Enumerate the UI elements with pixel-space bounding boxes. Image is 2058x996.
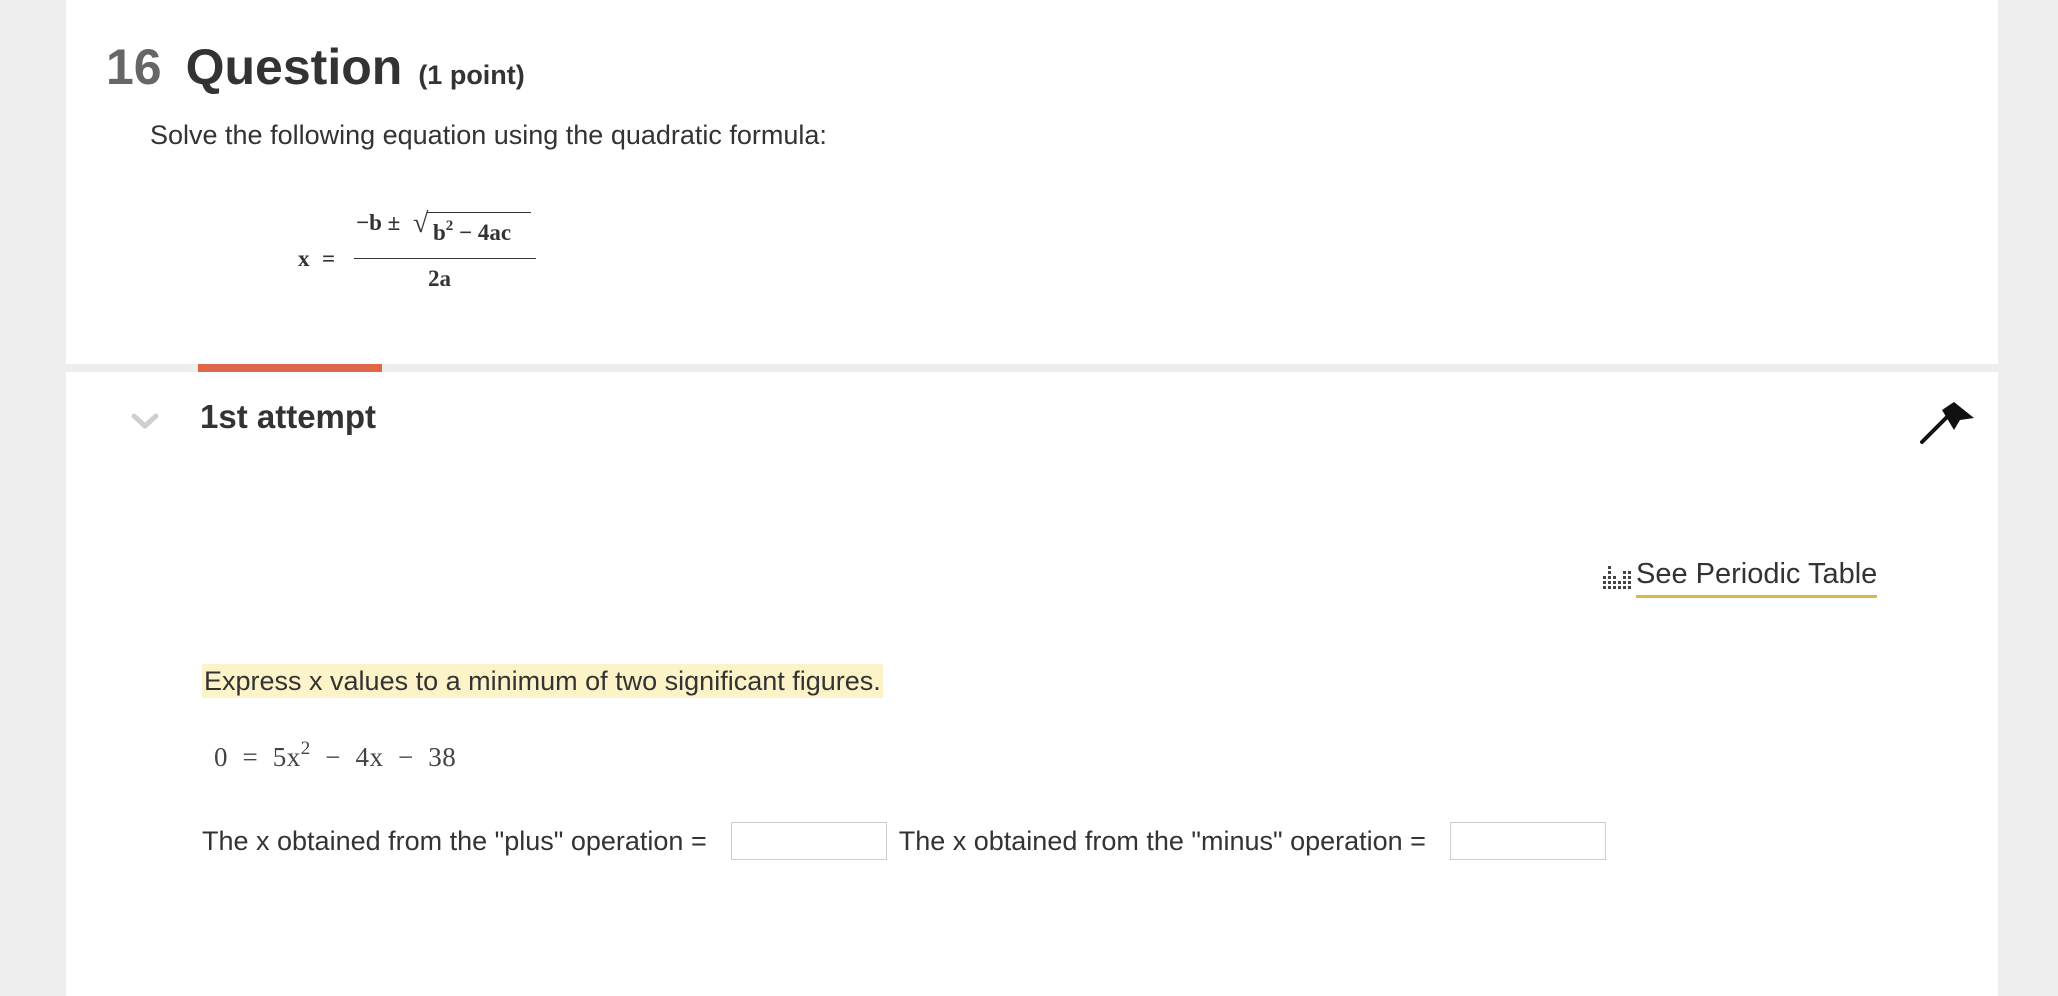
- periodic-table-link[interactable]: See Periodic Table: [1600, 558, 1878, 598]
- radicand-rest: − 4ac: [453, 220, 512, 245]
- radical-bar: [427, 212, 531, 213]
- attempt-tab-indicator: [198, 364, 382, 372]
- minus-answer-input[interactable]: [1449, 822, 1606, 860]
- sig-fig-instruction: Express x values to a minimum of two sig…: [202, 664, 883, 698]
- periodic-table-label[interactable]: See Periodic Table: [1636, 558, 1878, 598]
- question-title: Question: [185, 39, 403, 95]
- equation-right: − 4x − 38: [310, 742, 457, 772]
- question-header: 16 Question (1 point): [106, 38, 525, 96]
- plus-answer-input[interactable]: [730, 822, 887, 860]
- answer-row: The x obtained from the "plus" operation…: [202, 822, 1606, 860]
- quadratic-equation: 0 = 5x2 − 4x − 38: [214, 738, 456, 773]
- formula-numerator-prefix: −b ±: [356, 210, 401, 235]
- question-points: (1 point): [418, 60, 525, 90]
- attempt-title: 1st attempt: [200, 398, 377, 435]
- formula-equals: =: [322, 246, 336, 271]
- plus-answer-label: The x obtained from the "plus" operation…: [202, 825, 707, 856]
- periodic-table-icon: [1603, 566, 1631, 589]
- question-prompt: Solve the following equation using the q…: [150, 120, 827, 150]
- question-number: 16: [106, 39, 162, 95]
- formula-denominator: 2a: [428, 266, 451, 291]
- chevron-down-icon[interactable]: [130, 408, 160, 434]
- formula-radicand: b2 − 4ac: [433, 218, 511, 246]
- fraction-bar: [354, 258, 536, 259]
- equation-left: 0 = 5x: [214, 742, 301, 772]
- question-page: 16 Question (1 point) Solve the followin…: [66, 0, 1998, 996]
- quadratic-formula: x = −b ± √ b2 − 4ac 2a: [298, 208, 618, 298]
- equation-exponent: 2: [300, 738, 311, 759]
- radicand-base: b: [433, 220, 446, 245]
- formula-lhs: x: [298, 246, 310, 271]
- minus-answer-label: The x obtained from the "minus" operatio…: [898, 825, 1426, 856]
- flag-icon[interactable]: [1918, 400, 1978, 446]
